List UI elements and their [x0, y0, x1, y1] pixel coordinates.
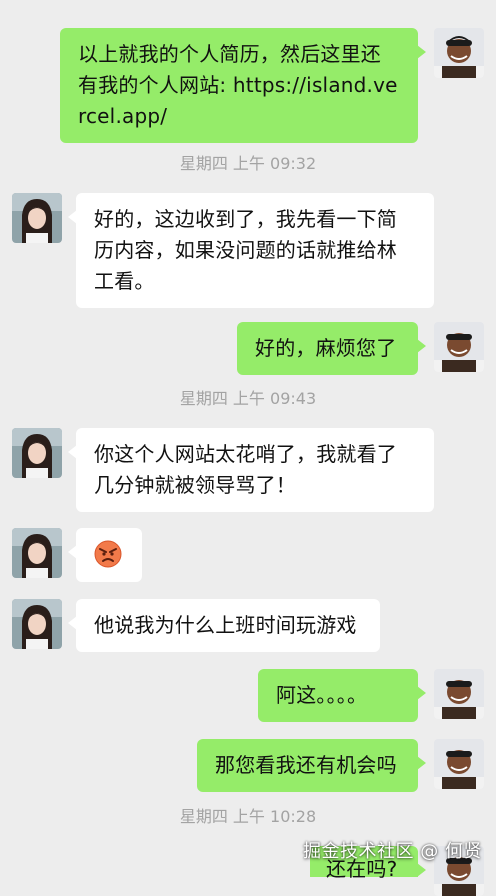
contact-message-bubble[interactable]: 他说我为什么上班时间玩游戏: [68, 599, 380, 652]
my-avatar[interactable]: [434, 739, 484, 789]
message-text: 他说我为什么上班时间玩游戏: [94, 613, 357, 637]
chat-message-list[interactable]: 以上就我的个人简历，然后这里还有我的个人网站: https://island.v…: [0, 0, 496, 896]
message-text: 好的，麻烦您了: [255, 336, 397, 360]
message-text: 以上就我的个人简历，然后这里还有我的个人网站: https://island.v…: [78, 42, 398, 128]
angry-face-emoji-icon: [94, 540, 122, 577]
message-text: 那您看我还有机会吗: [215, 753, 397, 777]
contact-avatar[interactable]: [12, 428, 62, 478]
contact-avatar[interactable]: [12, 528, 62, 578]
message-text: 阿这。。。。: [276, 683, 368, 707]
my-message-bubble[interactable]: 那您看我还有机会吗: [197, 739, 426, 792]
my-avatar[interactable]: [434, 322, 484, 372]
message-timestamp: 星期四 上午 09:32: [179, 154, 317, 173]
message-text: 好的，这边收到了，我先看一下简历内容，如果没问题的话就推给林工看。: [94, 207, 397, 293]
my-message-bubble[interactable]: 好的，麻烦您了: [237, 322, 426, 375]
contact-message-bubble[interactable]: [68, 528, 142, 582]
message-text: 你这个人网站太花哨了，我就看了几分钟就被领导骂了！: [94, 442, 397, 497]
contact-avatar[interactable]: [12, 599, 62, 649]
my-message-bubble[interactable]: 阿这。。。。: [258, 669, 426, 722]
my-message-bubble[interactable]: 以上就我的个人简历，然后这里还有我的个人网站: https://island.v…: [60, 28, 426, 143]
contact-avatar[interactable]: [12, 193, 62, 243]
message-timestamp: 星期四 上午 10:28: [179, 807, 317, 826]
message-timestamp: 星期四 上午 09:43: [179, 389, 317, 408]
my-avatar[interactable]: [434, 28, 484, 78]
my-avatar[interactable]: [434, 669, 484, 719]
contact-message-bubble[interactable]: 好的，这边收到了，我先看一下简历内容，如果没问题的话就推给林工看。: [68, 193, 434, 308]
watermark: 掘金技术社区 @ 何贤: [303, 841, 482, 862]
contact-message-bubble[interactable]: 你这个人网站太花哨了，我就看了几分钟就被领导骂了！: [68, 428, 434, 512]
